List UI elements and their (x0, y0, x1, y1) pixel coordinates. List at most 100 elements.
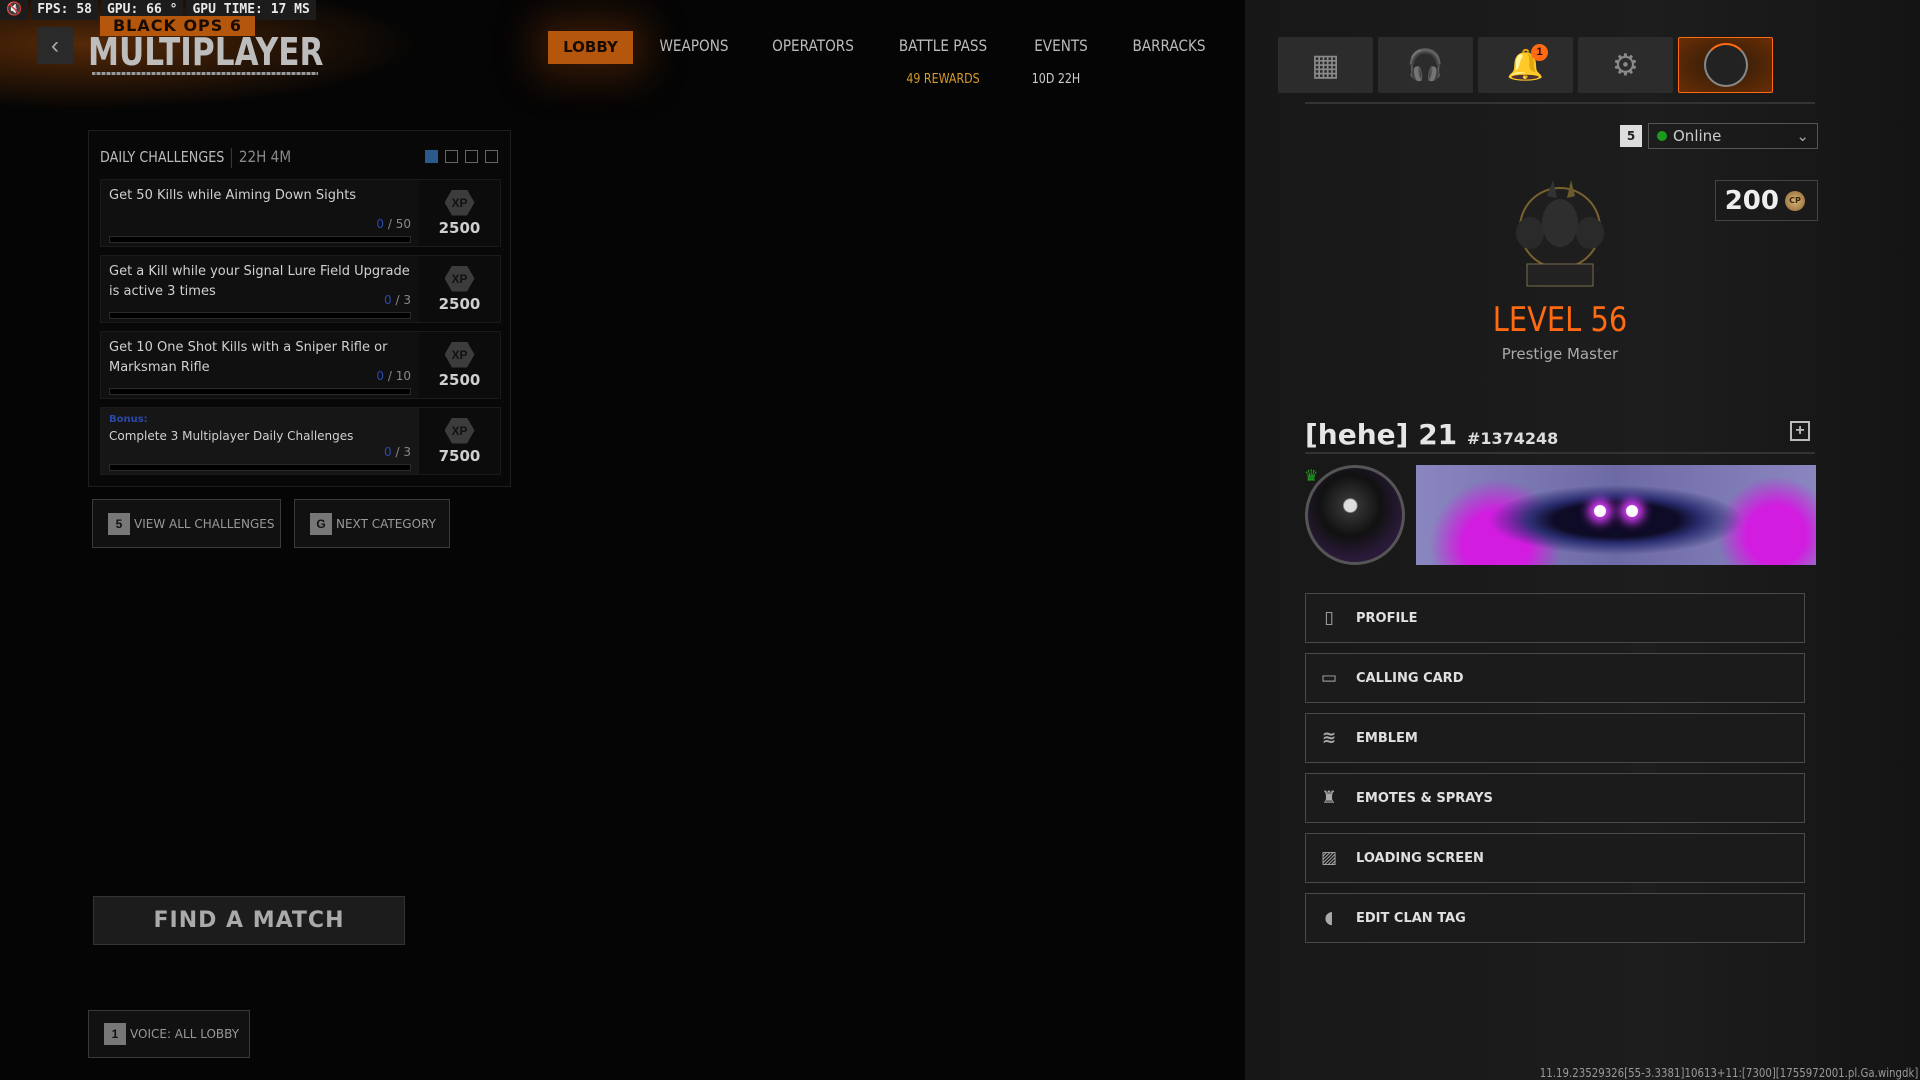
challenge-progress: 0 / 50 (376, 214, 411, 234)
progress-bar (109, 388, 411, 395)
calling-card-icon: ▭ (1318, 668, 1340, 688)
tab-barracks[interactable]: BARRACKS (1132, 36, 1205, 60)
battle-pass-rewards: 49 REWARDS (906, 72, 979, 87)
settings-button[interactable]: ⚙ (1578, 37, 1673, 93)
challenge-text: Complete 3 Multiplayer Daily Challenges (109, 429, 353, 443)
page-indicator-active[interactable] (425, 150, 438, 163)
challenge-text: Get a Kill while your Signal Lure Field … (109, 264, 410, 299)
build-version: 11.19.23529326[55-3.3381]10613+11:[7300]… (1539, 1066, 1918, 1080)
title-underline (92, 72, 318, 75)
menu-item-emotes-sprays[interactable]: ♜ EMOTES & SPRAYS (1305, 773, 1805, 823)
challenge-progress: 0 / 3 (384, 442, 411, 462)
view-all-challenges-button[interactable]: 5 VIEW ALL CHALLENGES (92, 499, 281, 548)
menu-label: EMOTES & SPRAYS (1356, 791, 1493, 806)
next-category-button[interactable]: G NEXT CATEGORY (294, 499, 450, 548)
notifications-button[interactable]: 🔔1 (1478, 37, 1573, 93)
menu-item-edit-clan-tag[interactable]: ◖ EDIT CLAN TAG (1305, 893, 1805, 943)
tab-weapons[interactable]: WEAPONS (659, 36, 728, 60)
gear-icon: ⚙ (1612, 48, 1639, 83)
status-value: Online (1673, 127, 1721, 145)
challenge-progress: 0 / 10 (376, 366, 411, 386)
progress-bar (109, 236, 411, 243)
player-name: [hehe] 21 #1374248 (1305, 418, 1558, 451)
back-button[interactable]: ‹ (37, 27, 73, 64)
cod-points-icon: CP (1785, 191, 1805, 211)
button-label: NEXT CATEGORY (336, 517, 436, 531)
menu-label: LOADING SCREEN (1356, 851, 1484, 866)
menu-label: EDIT CLAN TAG (1356, 911, 1466, 926)
xp-reward: 2500 (439, 295, 481, 313)
challenge-text: Get 50 Kills while Aiming Down Sights (109, 188, 356, 203)
copy-id-icon[interactable]: + (1790, 421, 1810, 441)
menu-item-profile[interactable]: ▯ PROFILE (1305, 593, 1805, 643)
prestige-master-emblem (1505, 178, 1615, 290)
prestige-rank: Prestige Master (1420, 345, 1700, 363)
progress-bar (109, 312, 411, 319)
challenges-header: DAILY CHALLENGES 22H 4M (100, 147, 291, 168)
grid-icon: ▦ (1311, 48, 1339, 83)
tab-lobby[interactable]: LOBBY (548, 31, 633, 64)
player-level: LEVEL 56 (1441, 300, 1679, 340)
tab-battle-pass[interactable]: BATTLE PASS (899, 36, 987, 60)
xp-reward: 2500 (439, 219, 481, 237)
menu-item-calling-card[interactable]: ▭ CALLING CARD (1305, 653, 1805, 703)
player-profile-button[interactable] (1678, 37, 1773, 93)
progress-bar (109, 464, 411, 471)
loading-screen-icon: ▨ (1318, 848, 1340, 868)
grid-menu-button[interactable]: ▦ (1278, 37, 1373, 93)
find-match-button[interactable]: FIND A MATCH (93, 896, 405, 945)
key-hint: 5 (1620, 125, 1642, 147)
tab-events[interactable]: EVENTS (1034, 36, 1088, 60)
profile-icon: ▯ (1318, 608, 1340, 628)
page-indicator[interactable] (485, 150, 498, 163)
cod-points-balance[interactable]: 200 CP (1715, 180, 1818, 221)
challenge-text: Get 10 One Shot Kills with a Sniper Rifl… (109, 340, 387, 375)
key-hint: G (310, 513, 332, 535)
challenges-title: DAILY CHALLENGES (100, 148, 224, 166)
xp-icon: XP (445, 266, 475, 292)
events-timer: 10D 22H (1032, 72, 1080, 87)
challenge-progress: 0 / 3 (384, 290, 411, 310)
card-eye (1626, 505, 1638, 517)
divider (1305, 452, 1815, 454)
menu-label: EMBLEM (1356, 731, 1418, 746)
divider (1305, 102, 1815, 104)
challenge-row[interactable]: Get 50 Kills while Aiming Down Sights 0 /… (100, 179, 501, 247)
calling-card-image[interactable] (1416, 465, 1816, 565)
card-eye (1594, 505, 1606, 517)
chevron-down-icon: ⌄ (1796, 127, 1809, 145)
challenge-row[interactable]: Get 10 One Shot Kills with a Sniper Rifl… (100, 331, 501, 399)
tab-operators[interactable]: OPERATORS (772, 36, 854, 60)
xp-icon: XP (445, 190, 475, 216)
online-status-dropdown[interactable]: Online ⌄ (1648, 123, 1818, 149)
notification-badge: 1 (1531, 44, 1548, 61)
muted-speaker-icon: 🔇 (0, 0, 28, 20)
party-chat-button[interactable]: 🎧 (1378, 37, 1473, 93)
challenges-timer: 22H 4M (239, 147, 291, 166)
page-indicator[interactable] (445, 150, 458, 163)
voice-chat-button[interactable]: 1VOICE: ALL LOBBY (88, 1010, 250, 1058)
clan-tag-icon: ◖ (1318, 908, 1340, 928)
fps-readout: FPS: 58 (31, 0, 98, 20)
xp-icon: XP (445, 342, 475, 368)
page-title: MULTIPLAYER (88, 30, 324, 74)
page-indicator[interactable] (465, 150, 478, 163)
menu-item-loading-screen[interactable]: ▨ LOADING SCREEN (1305, 833, 1805, 883)
online-dot-icon (1657, 131, 1667, 141)
xp-icon: XP (445, 418, 475, 444)
avatar[interactable] (1305, 465, 1405, 565)
emblem-icon: ≋ (1318, 728, 1340, 748)
cp-amount: 200 (1725, 186, 1779, 216)
menu-item-emblem[interactable]: ≋ EMBLEM (1305, 713, 1805, 763)
xp-reward: 7500 (439, 447, 481, 465)
challenge-row[interactable]: Get a Kill while your Signal Lure Field … (100, 255, 501, 323)
emote-icon: ♜ (1318, 788, 1340, 808)
bonus-label: Bonus: (109, 414, 411, 426)
key-hint: 5 (108, 513, 130, 535)
headset-icon: 🎧 (1407, 48, 1444, 83)
menu-label: CALLING CARD (1356, 671, 1464, 686)
menu-label: PROFILE (1356, 611, 1417, 626)
xp-reward: 2500 (439, 371, 481, 389)
bonus-challenge-row[interactable]: Bonus: Complete 3 Multiplayer Daily Chall… (100, 407, 501, 475)
button-label: VIEW ALL CHALLENGES (134, 517, 274, 531)
